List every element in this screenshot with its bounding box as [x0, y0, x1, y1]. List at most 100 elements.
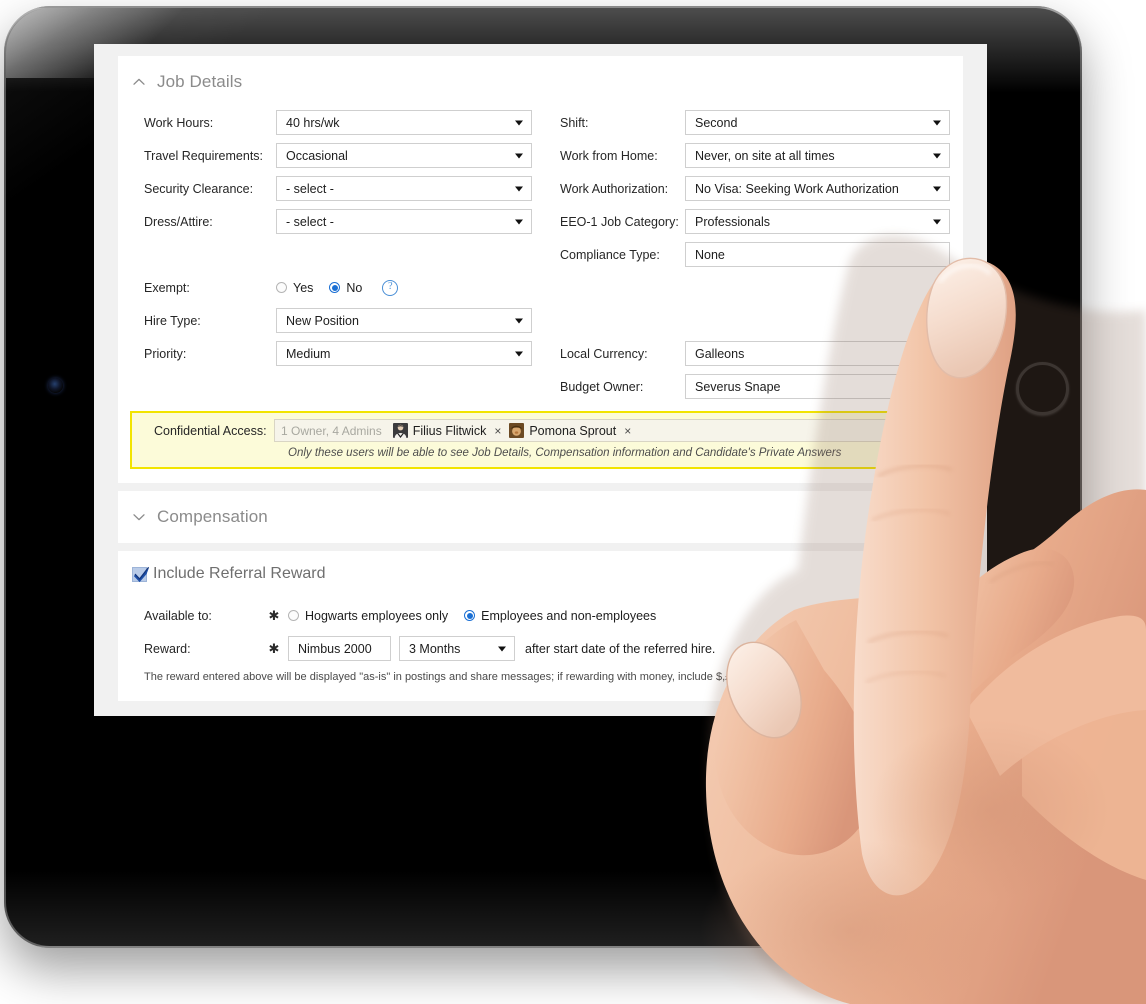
tablet-screen: Job Details Work Hours: 40 hrs/wk Travel…	[94, 44, 987, 716]
home-button[interactable]	[1016, 362, 1069, 415]
field-row-exempt: Exempt: Yes No ?	[118, 271, 552, 304]
label-dress-attire: Dress/Attire:	[144, 214, 213, 229]
row-reward: Reward: ✱ Nimbus 2000 3 Months after sta…	[118, 632, 963, 665]
input-budget-owner[interactable]: Severus Snape	[685, 374, 950, 399]
field-row-work-hours: Work Hours: 40 hrs/wk	[118, 106, 552, 139]
confidential-access-row: Confidential Access: 1 Owner, 4 Admins F…	[140, 419, 941, 442]
field-row-priority: Priority: Medium	[118, 337, 552, 370]
select-security-clearance[interactable]: - select -	[276, 176, 532, 201]
field-row-security-clearance: Security Clearance: - select -	[118, 172, 552, 205]
chevron-down-icon	[933, 219, 941, 224]
required-asterisk-available-to: ✱	[268, 607, 280, 623]
label-compliance-type: Compliance Type:	[560, 247, 660, 262]
value-compliance-type: None	[695, 247, 725, 262]
label-travel-requirements: Travel Requirements:	[144, 148, 264, 163]
value-work-from-home: Never, on site at all times	[695, 148, 835, 163]
confidential-access-token-input[interactable]: 1 Owner, 4 Admins Filius Flitwick × Pomo…	[274, 419, 941, 442]
select-work-hours[interactable]: 40 hrs/wk	[276, 110, 532, 135]
label-security-clearance: Security Clearance:	[144, 181, 254, 196]
select-dress-attire[interactable]: - select -	[276, 209, 532, 234]
radio-label-employees-and-non-employees: Employees and non-employees	[481, 608, 657, 623]
token-label-pomona-sprout: Pomona Sprout	[529, 423, 617, 438]
section-title-job-details: Job Details	[157, 72, 243, 91]
chevron-down-icon	[515, 186, 523, 191]
confidential-access-block: Confidential Access: 1 Owner, 4 Admins F…	[130, 411, 951, 469]
chevron-down-icon	[515, 318, 523, 323]
label-budget-owner: Budget Owner:	[560, 379, 644, 394]
chevron-up-icon[interactable]	[132, 75, 146, 89]
input-reward-value[interactable]: Nimbus 2000	[288, 636, 391, 661]
chevron-down-icon[interactable]	[132, 510, 146, 524]
radio-label-exempt-yes: Yes	[293, 280, 314, 295]
label-local-currency: Local Currency:	[560, 346, 648, 361]
include-referral-reward-row[interactable]: Include Referral Reward	[118, 551, 963, 585]
chevron-down-icon	[933, 186, 941, 191]
job-details-right-column: Shift: Second Work from Home: Never, on …	[552, 106, 963, 403]
input-compliance-type[interactable]: None	[685, 242, 950, 267]
chevron-down-icon	[515, 351, 523, 356]
radio-exempt-yes[interactable]	[276, 282, 287, 293]
left-column-spacer	[118, 238, 552, 271]
field-row-travel-requirements: Travel Requirements: Occasional	[118, 139, 552, 172]
field-row-work-from-home: Work from Home: Never, on site at all ti…	[552, 139, 963, 172]
avatar-filius-flitwick	[392, 423, 408, 438]
label-include-referral-reward: Include Referral Reward	[153, 565, 326, 582]
label-confidential-access: Confidential Access:	[154, 423, 267, 438]
select-reward-timing[interactable]: 3 Months	[399, 636, 515, 661]
value-work-authorization: No Visa: Seeking Work Authorization	[695, 181, 899, 196]
select-travel-requirements[interactable]: Occasional	[276, 143, 532, 168]
value-eeo1-job-category: Professionals	[695, 214, 771, 229]
section-title-compensation: Compensation	[157, 507, 268, 526]
chevron-down-icon	[933, 120, 941, 125]
label-work-authorization: Work Authorization:	[560, 181, 669, 196]
front-camera-icon	[48, 378, 63, 393]
referral-spacer	[118, 585, 963, 599]
help-circle-icon[interactable]: ?	[382, 279, 399, 296]
label-reward: Reward:	[144, 641, 191, 656]
section-referral-reward: Include Referral Reward Available to: ✱ …	[118, 551, 963, 701]
input-local-currency[interactable]: Galleons	[685, 341, 950, 366]
select-shift[interactable]: Second	[685, 110, 950, 135]
chevron-down-icon	[515, 120, 523, 125]
radio-label-hogwarts-employees-only: Hogwarts employees only	[305, 608, 449, 623]
radio-hogwarts-employees-only[interactable]	[288, 610, 299, 621]
value-work-hours: 40 hrs/wk	[286, 115, 340, 130]
token-filius-flitwick[interactable]: Filius Flitwick ×	[392, 423, 505, 438]
radio-employees-and-non-employees[interactable]	[464, 610, 476, 621]
confidential-access-note: Only these users will be able to see Job…	[288, 447, 842, 459]
select-hire-type[interactable]: New Position	[276, 308, 532, 333]
token-pomona-sprout[interactable]: Pomona Sprout ×	[509, 423, 634, 438]
compensation-header[interactable]: Compensation	[118, 491, 963, 543]
value-hire-type: New Position	[286, 313, 359, 328]
value-dress-attire: - select -	[286, 214, 334, 229]
reward-trailing-text: after start date of the referred hire.	[525, 641, 716, 656]
select-work-from-home[interactable]: Never, on site at all times	[685, 143, 950, 168]
row-available-to: Available to: ✱ Hogwarts employees only …	[118, 599, 963, 632]
job-details-fields: Work Hours: 40 hrs/wk Travel Requirement…	[118, 96, 963, 403]
form-card: Job Details Work Hours: 40 hrs/wk Travel…	[118, 56, 963, 701]
field-row-local-currency: Local Currency: Galleons	[552, 337, 963, 370]
label-work-hours: Work Hours:	[144, 115, 214, 130]
select-work-authorization[interactable]: No Visa: Seeking Work Authorization	[685, 176, 950, 201]
remove-token-pomona-sprout-icon[interactable]: ×	[621, 424, 634, 438]
required-asterisk-reward: ✱	[268, 640, 280, 656]
radio-exempt-no[interactable]	[329, 282, 341, 293]
field-row-work-authorization: Work Authorization: No Visa: Seeking Wor…	[552, 172, 963, 205]
select-priority[interactable]: Medium	[276, 341, 532, 366]
value-reward: Nimbus 2000	[298, 641, 372, 656]
label-hire-type: Hire Type:	[144, 313, 201, 328]
job-details-header[interactable]: Job Details	[118, 56, 963, 96]
chevron-down-icon	[933, 153, 941, 158]
value-shift: Second	[695, 115, 738, 130]
value-local-currency: Galleons	[695, 346, 745, 361]
select-eeo1-job-category[interactable]: Professionals	[685, 209, 950, 234]
job-details-bottom-padding	[118, 469, 963, 483]
field-row-compliance-type: Compliance Type: None	[552, 238, 963, 271]
right-column-spacer-2	[552, 304, 963, 337]
remove-token-filius-flitwick-icon[interactable]: ×	[491, 424, 504, 438]
checkbox-include-referral-reward[interactable]	[132, 566, 150, 582]
value-security-clearance: - select -	[286, 181, 334, 196]
radio-group-exempt: Yes No ?	[276, 279, 399, 296]
label-priority: Priority:	[144, 346, 187, 361]
referral-fineprint: The reward entered above will be display…	[144, 671, 765, 683]
